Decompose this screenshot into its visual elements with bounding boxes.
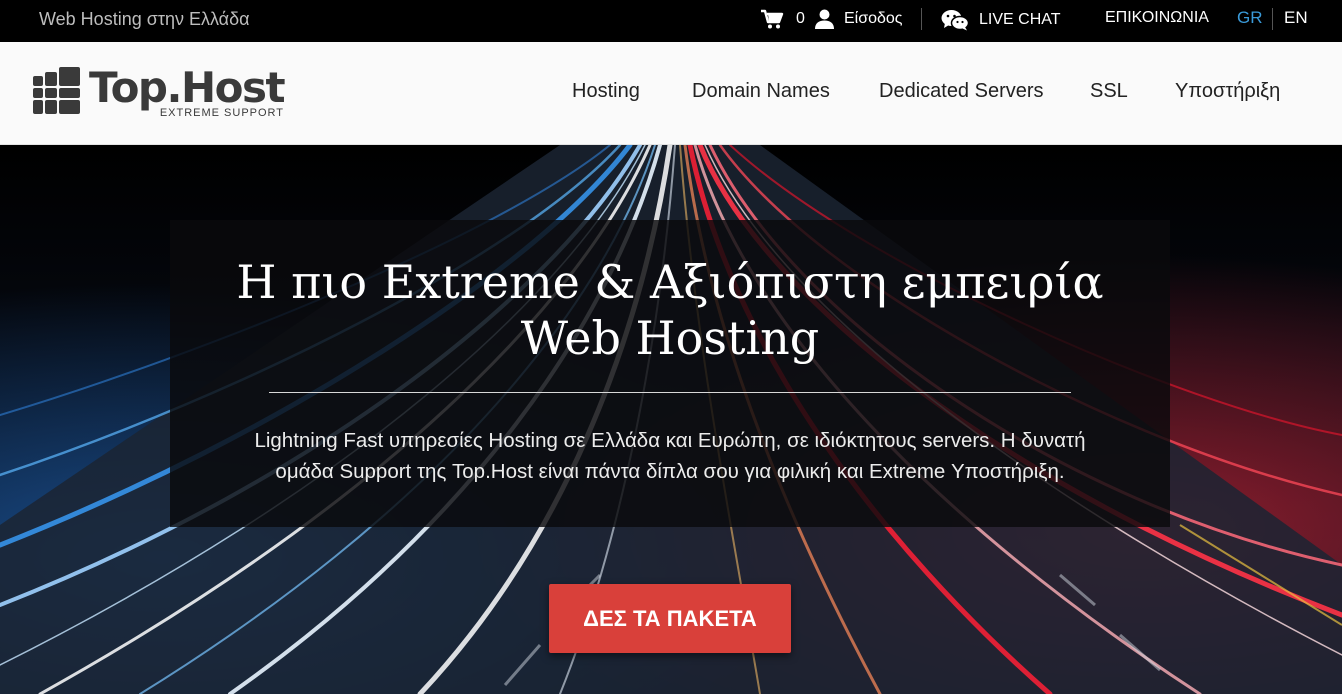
hero-description-line-2: ομάδα Support της Top.Host είναι πάντα δ… — [275, 460, 1065, 483]
cart-link[interactable]: 0 — [760, 9, 805, 29]
logo-grid-icon — [33, 67, 81, 115]
logo-name: Top.Host — [89, 63, 286, 112]
hero-title-line-2: Web Hosting — [520, 311, 820, 365]
live-chat-link[interactable]: LIVE CHAT — [941, 9, 1061, 31]
language-en-link[interactable]: EN — [1284, 8, 1308, 28]
hero-section: Η πιο Extreme & Αξιόπιστη εμπειρία Web H… — [0, 145, 1342, 694]
live-chat-label: LIVE CHAT — [979, 11, 1061, 28]
contact-link[interactable]: ΕΠΙΚΟΙΝΩΝΙΑ — [1105, 9, 1209, 27]
main-header: Top.Host EXTREME SUPPORT Hosting Domain … — [0, 42, 1342, 145]
hero-description-line-1: Lightning Fast υπηρεσίες Hosting σε Ελλά… — [254, 429, 1086, 452]
nav-dedicated-servers[interactable]: Dedicated Servers — [879, 80, 1044, 103]
wechat-icon — [941, 10, 969, 31]
nav-ssl[interactable]: SSL — [1090, 80, 1128, 103]
top-bar-divider — [921, 8, 922, 30]
language-divider — [1272, 8, 1273, 30]
cart-icon — [761, 9, 784, 29]
top-bar: Web Hosting στην Ελλάδα 0 Είσοδος LIVE C… — [0, 0, 1342, 42]
hero-title-line-1: Η πιο Extreme & Αξιόπιστη εμπειρία — [236, 255, 1104, 309]
hero-divider — [269, 392, 1071, 393]
site-logo[interactable]: Top.Host EXTREME SUPPORT — [33, 63, 286, 119]
user-icon — [815, 9, 834, 29]
language-gr-link[interactable]: GR — [1237, 8, 1263, 28]
hero-text-panel: Η πιο Extreme & Αξιόπιστη εμπειρία Web H… — [170, 220, 1170, 527]
view-packages-button[interactable]: ΔΕΣ ΤΑ ΠΑΚΕΤΑ — [549, 584, 791, 653]
login-label: Είσοδος — [844, 10, 903, 27]
top-bar-tagline: Web Hosting στην Ελλάδα — [39, 9, 250, 29]
nav-domain-names[interactable]: Domain Names — [692, 80, 830, 103]
hero-description: Lightning Fast υπηρεσίες Hosting σε Ελλά… — [200, 425, 1140, 487]
nav-hosting[interactable]: Hosting — [572, 80, 640, 103]
cart-count: 0 — [796, 10, 805, 27]
login-link[interactable]: Είσοδος — [815, 9, 903, 29]
nav-support[interactable]: Υποστήριξη — [1175, 80, 1280, 103]
hero-title: Η πιο Extreme & Αξιόπιστη εμπειρία Web H… — [170, 254, 1170, 366]
